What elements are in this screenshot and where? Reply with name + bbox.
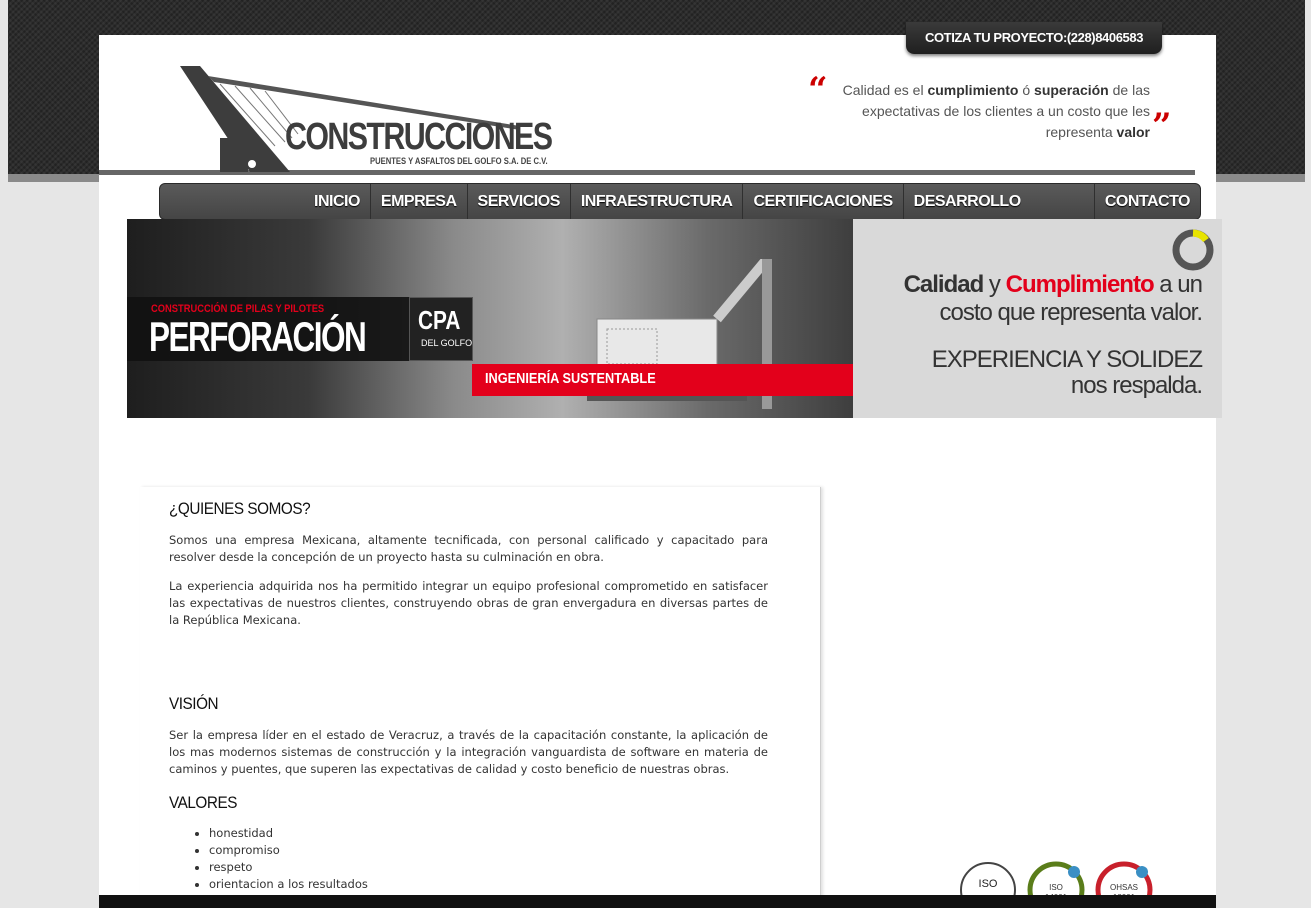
cpa-logo-text: CPA <box>418 305 461 335</box>
svg-text:OHSAS: OHSAS <box>1110 883 1138 892</box>
footer-bar <box>99 895 1216 908</box>
svg-text:ISO: ISO <box>979 878 998 890</box>
nav-item-inicio[interactable]: INICIO <box>304 184 370 219</box>
heading-vision: VISIÓN <box>169 694 219 713</box>
banner-title: PERFORACIÓN <box>149 313 367 360</box>
main-nav: INICIO EMPRESA SERVICIOS INFRAESTRUCTURA… <box>159 183 1201 245</box>
paragraph-quienes-1: Somos una empresa Mexicana, altamente te… <box>169 533 768 564</box>
quality-quote: Calidad es el cumplimiento ó superación … <box>842 82 1150 140</box>
logo-wordmark: CONSTRUCCIONES <box>285 116 553 158</box>
banner-slogan-2: EXPERIENCIA Y SOLIDEZ nos respalda. <box>931 346 1203 399</box>
cpa-logo-sub: DEL GOLFO <box>421 338 473 348</box>
list-item: respeto <box>209 859 368 876</box>
main-content: ¿QUIENES SOMOS? Somos una empresa Mexica… <box>140 487 821 908</box>
heading-valores: VALORES <box>169 793 238 812</box>
paragraph-quienes-2: La experiencia adquirida nos ha permitid… <box>169 579 768 627</box>
nav-item-certificaciones[interactable]: CERTIFICACIONES <box>742 184 902 219</box>
svg-text:ISO: ISO <box>1049 883 1063 892</box>
hero-banner[interactable]: CONSTRUCCIÓN DE PILAS Y PILOTES PERFORAC… <box>127 219 1222 418</box>
list-item: orientacion a los resultados <box>209 876 368 893</box>
paragraph-vision: Ser la empresa líder en el estado de Ver… <box>169 728 768 776</box>
close-quote-icon: ” <box>1152 106 1172 146</box>
nav-item-desarrollo-sustentable[interactable]: DESARROLLO SUSTENTABLE <box>902 184 1094 245</box>
list-item: compromiso <box>209 842 368 859</box>
list-item: honestidad <box>209 825 368 842</box>
nav-item-empresa[interactable]: EMPRESA <box>369 184 467 219</box>
logo-subtitle: PUENTES Y ASFALTOS DEL GOLFO S.A. DE C.V… <box>370 156 548 166</box>
quote-phone-tab[interactable]: COTIZA TU PROYECTO:(228)8406583 <box>906 22 1162 54</box>
nav-item-infraestructura[interactable]: INFRAESTRUCTURA <box>569 184 743 219</box>
red-bar-text: INGENIERÍA SUSTENTABLE <box>485 370 656 387</box>
loading-ring-icon <box>1172 229 1214 271</box>
nav-item-servicios[interactable]: SERVICIOS <box>466 184 570 219</box>
heading-quienes-somos: ¿QUIENES SOMOS? <box>169 499 311 518</box>
valores-list: honestidad compromiso respeto orientacio… <box>169 825 368 893</box>
banner-slogan: Calidad y Cumplimiento a un costo que re… <box>903 271 1203 326</box>
nav-item-contacto[interactable]: CONTACTO <box>1093 184 1200 219</box>
